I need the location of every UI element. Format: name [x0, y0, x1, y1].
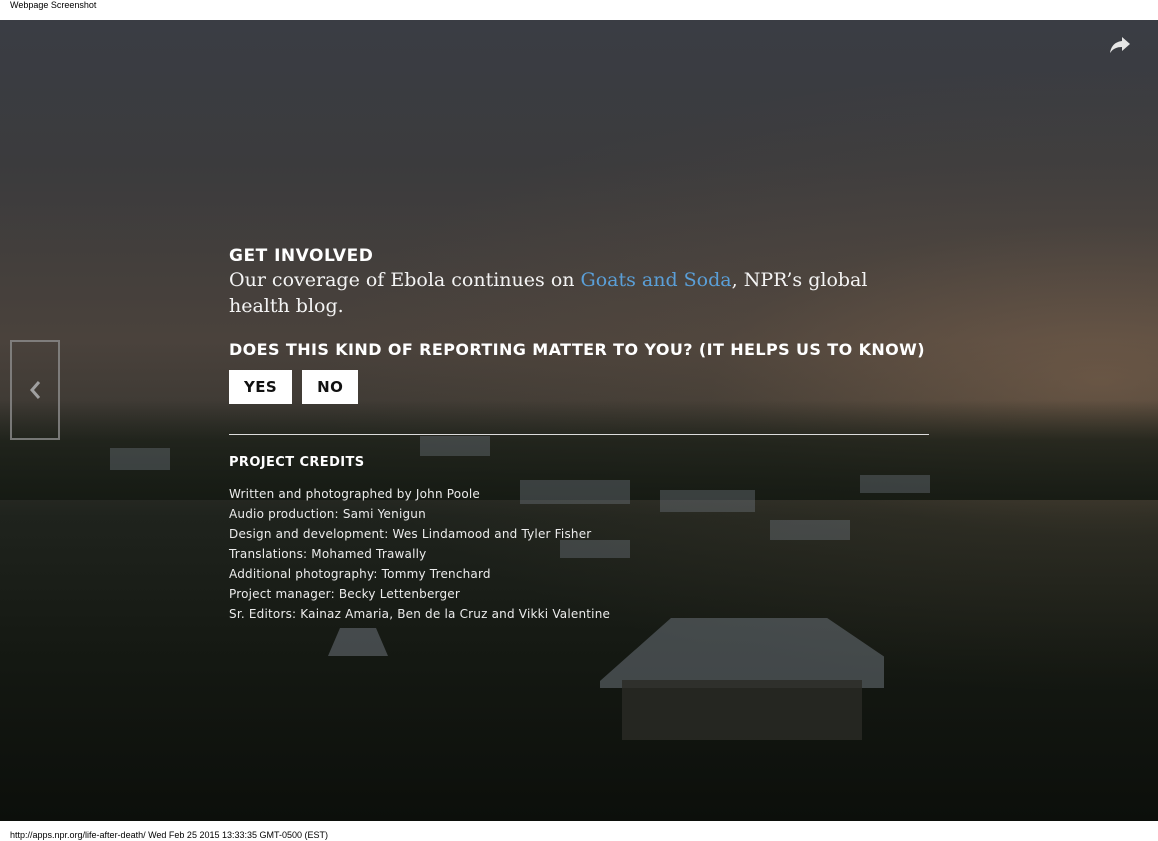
credit-item: Project manager: Becky Lettenberger: [229, 587, 461, 601]
credit-item: Written and photographed by John Poole: [229, 487, 480, 501]
credits-list: Written and photographed by John Poole A…: [229, 484, 929, 624]
end-slide-content: GET INVOLVED Our coverage of Ebola conti…: [229, 246, 929, 624]
previous-slide-button[interactable]: [10, 340, 60, 440]
credit-item: Additional photography: Tommy Trenchard: [229, 567, 491, 581]
share-arrow-icon[interactable]: [1108, 34, 1132, 56]
goats-and-soda-link[interactable]: Goats and Soda: [581, 269, 732, 291]
credit-item: Audio production: Sami Yenigun: [229, 507, 426, 521]
credit-item: Sr. Editors: Kainaz Amaria, Ben de la Cr…: [229, 607, 611, 621]
survey-buttons: YES NO: [229, 370, 929, 404]
screenshot-caption: Webpage Screenshot: [10, 0, 97, 10]
survey-question: DOES THIS KIND OF REPORTING MATTER TO YO…: [229, 340, 925, 359]
credit-item: Design and development: Wes Lindamood an…: [229, 527, 592, 541]
get-involved-heading: GET INVOLVED: [229, 246, 374, 266]
credit-item: Translations: Mohamed Trawally: [229, 547, 427, 561]
background-photo-slide: GET INVOLVED Our coverage of Ebola conti…: [0, 20, 1158, 821]
no-button[interactable]: NO: [302, 370, 359, 404]
project-credits-heading: PROJECT CREDITS: [229, 455, 365, 470]
section-divider: [229, 434, 929, 435]
chevron-left-icon: [30, 381, 41, 399]
yes-button[interactable]: YES: [229, 370, 293, 404]
page-url-caption: http://apps.npr.org/life-after-death/ We…: [10, 830, 329, 840]
get-involved-text: Our coverage of Ebola continues on Goats…: [229, 269, 868, 317]
